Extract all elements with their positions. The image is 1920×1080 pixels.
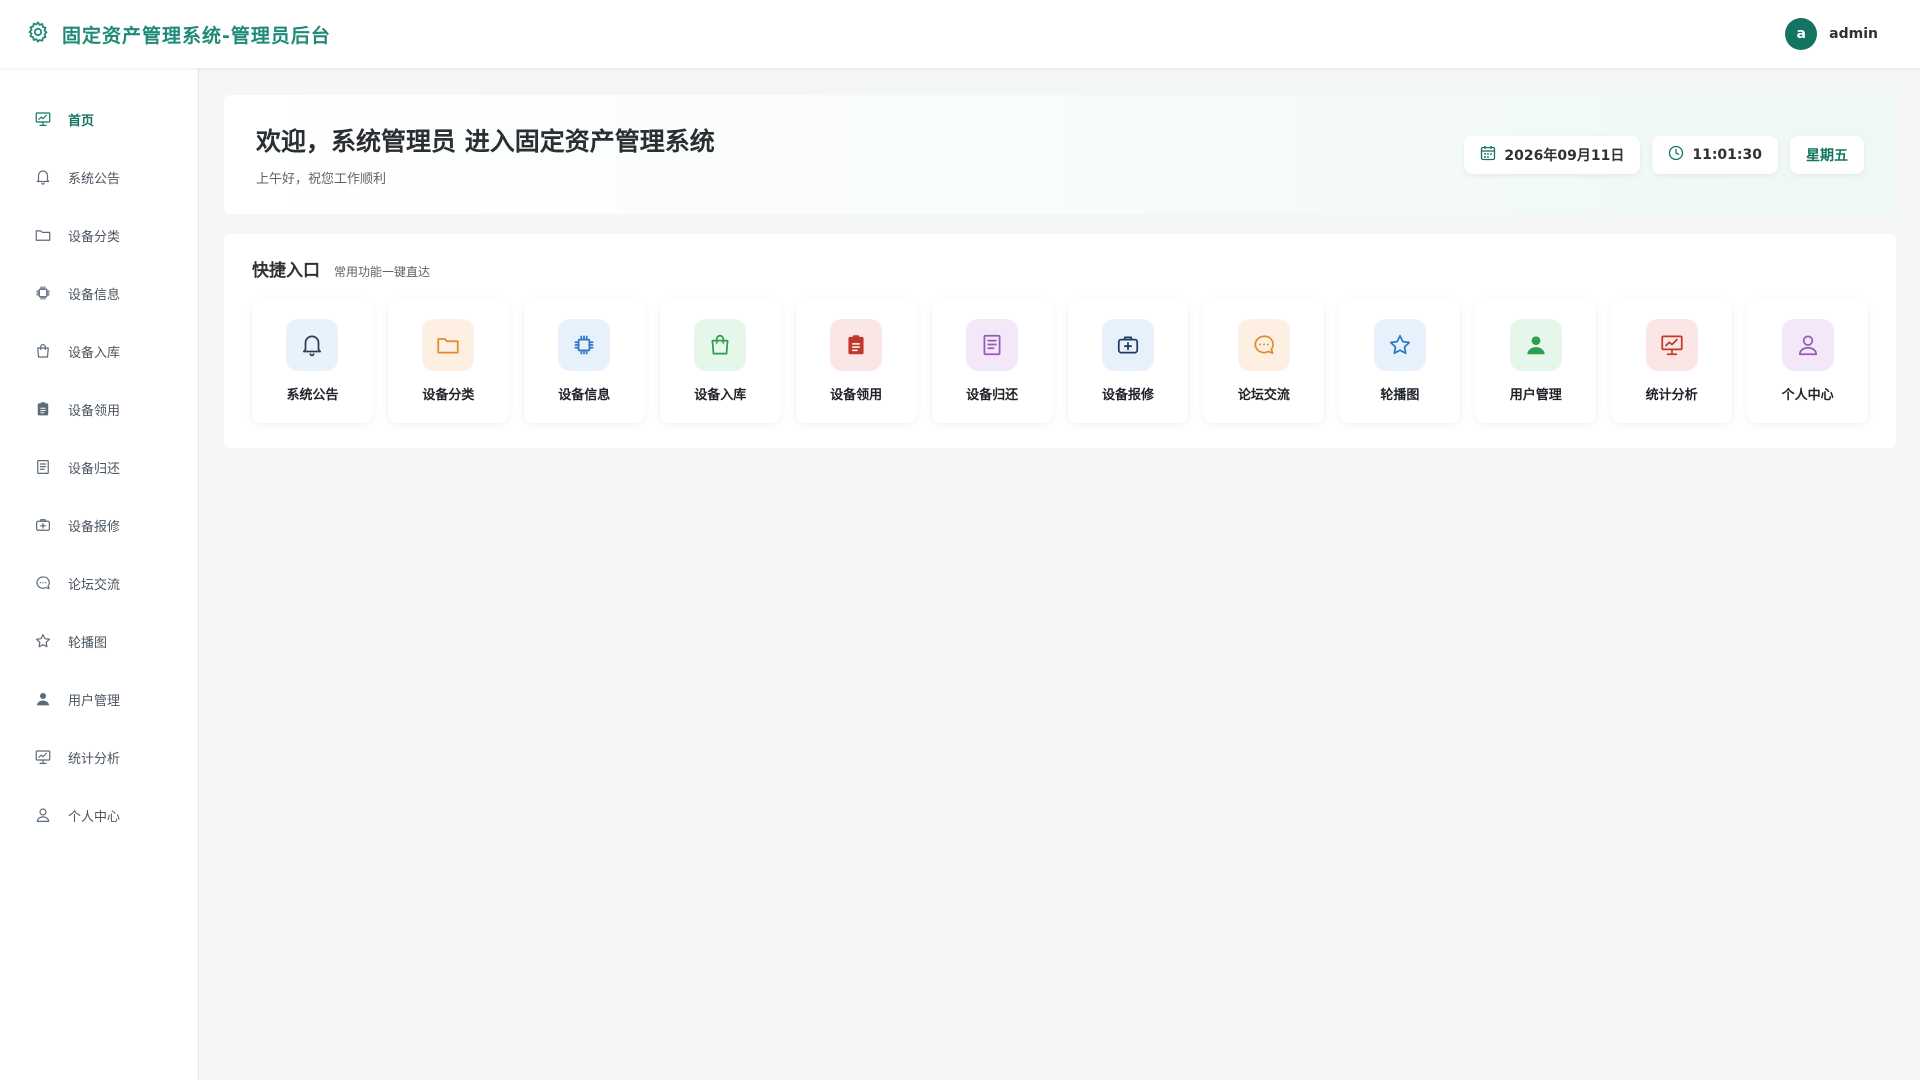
avatar[interactable]: a [1785, 18, 1818, 50]
quick-card-2[interactable]: 设备信息 [523, 299, 645, 423]
quick-card-7[interactable]: 论坛交流 [1203, 299, 1325, 423]
gear-icon [26, 20, 50, 48]
date-text: 2026年09月11日 [1504, 147, 1625, 164]
quick-card-1[interactable]: 设备分类 [387, 299, 509, 423]
sidebar-item-label: 用户管理 [68, 693, 121, 709]
quick-card-label: 统计分析 [1645, 388, 1698, 403]
bell-icon [286, 319, 339, 371]
sidebar: 首页 系统公告 设备分类 设备信息 设备入库 设备领用 设备归还 设备报修 论坛… [0, 68, 199, 1080]
quick-card-label: 轮播图 [1380, 388, 1420, 403]
sidebar-item-4[interactable]: 设备入库 [0, 322, 198, 380]
sidebar-item-label: 设备分类 [68, 229, 121, 245]
time-chip: 11:01:30 [1652, 135, 1778, 174]
quick-access-subtitle: 常用功能一键直达 [334, 265, 431, 279]
quick-card-5[interactable]: 设备归还 [931, 299, 1053, 423]
quick-card-11[interactable]: 个人中心 [1747, 299, 1869, 423]
clipboard-icon [830, 319, 883, 371]
quick-card-label: 设备分类 [422, 388, 475, 403]
user-filled-icon [1509, 319, 1562, 371]
quick-access-title: 快捷入口 [252, 261, 320, 281]
weekday-chip: 星期五 [1790, 135, 1864, 174]
brand[interactable]: 固定资产管理系统-管理员后台 [26, 20, 331, 48]
sidebar-item-10[interactable]: 用户管理 [0, 670, 198, 728]
quick-access-panel: 快捷入口 常用功能一键直达 系统公告 设备分类 设备信息 设备入库 设备领用 设… [224, 234, 1896, 448]
main-content: 欢迎，系统管理员 进入固定资产管理系统 上午好，祝您工作顺利 2026年09月1… [224, 95, 1896, 448]
quick-card-label: 设备领用 [830, 388, 883, 403]
sidebar-item-label: 个人中心 [68, 809, 121, 825]
quick-card-label: 论坛交流 [1237, 388, 1290, 403]
quick-card-10[interactable]: 统计分析 [1611, 299, 1733, 423]
quick-card-label: 个人中心 [1781, 388, 1834, 403]
sidebar-item-9[interactable]: 轮播图 [0, 612, 198, 670]
chart-board-icon [34, 110, 52, 128]
chat-icon [34, 574, 52, 592]
sidebar-item-label: 系统公告 [68, 171, 121, 187]
sidebar-item-label: 设备信息 [68, 287, 121, 303]
sidebar-item-7[interactable]: 设备报修 [0, 496, 198, 554]
bag-icon [34, 342, 52, 360]
sidebar-item-6[interactable]: 设备归还 [0, 438, 198, 496]
sidebar-item-11[interactable]: 统计分析 [0, 728, 198, 786]
welcome-title: 欢迎，系统管理员 进入固定资产管理系统 [256, 127, 715, 156]
user-icon [34, 806, 52, 824]
quick-card-6[interactable]: 设备报修 [1067, 299, 1189, 423]
welcome-banner: 欢迎，系统管理员 进入固定资产管理系统 上午好，祝您工作顺利 2026年09月1… [224, 95, 1896, 214]
calendar-icon [1480, 145, 1496, 165]
sidebar-item-12[interactable]: 个人中心 [0, 786, 198, 844]
medkit-icon [34, 516, 52, 534]
folder-icon [422, 319, 475, 371]
star-icon [34, 632, 52, 650]
sidebar-item-label: 首页 [68, 113, 95, 129]
quick-card-label: 设备归还 [966, 388, 1019, 403]
sidebar-item-label: 统计分析 [68, 751, 121, 767]
sidebar-item-label: 设备入库 [68, 345, 121, 361]
app-title: 固定资产管理系统-管理员后台 [62, 24, 331, 47]
user-icon [1781, 319, 1834, 371]
bell-icon [34, 168, 52, 186]
quick-card-label: 系统公告 [286, 388, 339, 403]
quick-card-label: 用户管理 [1509, 388, 1562, 403]
chat-icon [1237, 319, 1290, 371]
quick-card-0[interactable]: 系统公告 [252, 299, 373, 423]
quick-card-9[interactable]: 用户管理 [1475, 299, 1597, 423]
quick-card-8[interactable]: 轮播图 [1339, 299, 1461, 423]
chart-board-icon [1645, 319, 1698, 371]
chip-icon [558, 319, 611, 371]
chart-board-icon [34, 748, 52, 766]
quick-card-label: 设备信息 [558, 388, 611, 403]
quick-card-label: 设备入库 [694, 388, 747, 403]
top-header: 固定资产管理系统-管理员后台 a admin [0, 0, 1920, 68]
sidebar-item-0[interactable]: 首页 [0, 90, 198, 148]
date-chip: 2026年09月11日 [1464, 135, 1641, 174]
quick-card-label: 设备报修 [1101, 388, 1154, 403]
quick-access-cards: 系统公告 设备分类 设备信息 设备入库 设备领用 设备归还 设备报修 论坛交流 … [252, 299, 1869, 423]
sidebar-item-3[interactable]: 设备信息 [0, 264, 198, 322]
user-menu[interactable]: a admin [1785, 18, 1878, 50]
quick-card-4[interactable]: 设备领用 [795, 299, 917, 423]
weekday-text: 星期五 [1806, 147, 1848, 164]
folder-icon [34, 226, 52, 244]
quick-card-3[interactable]: 设备入库 [659, 299, 781, 423]
sidebar-item-5[interactable]: 设备领用 [0, 380, 198, 438]
user-filled-icon [34, 690, 52, 708]
sidebar-item-label: 轮播图 [68, 635, 108, 651]
sidebar-item-2[interactable]: 设备分类 [0, 206, 198, 264]
chip-icon [34, 284, 52, 302]
medkit-icon [1101, 319, 1154, 371]
bag-icon [694, 319, 747, 371]
clipboard-icon [34, 400, 52, 418]
sidebar-item-1[interactable]: 系统公告 [0, 148, 198, 206]
sidebar-item-label: 设备领用 [68, 403, 121, 419]
username[interactable]: admin [1829, 26, 1878, 42]
time-text: 11:01:30 [1692, 146, 1762, 163]
sidebar-item-label: 设备归还 [68, 461, 121, 477]
sidebar-item-label: 设备报修 [68, 519, 121, 535]
document-icon [966, 319, 1019, 371]
welcome-subtitle: 上午好，祝您工作顺利 [256, 172, 387, 187]
sidebar-item-label: 论坛交流 [68, 577, 121, 593]
star-icon [1373, 319, 1426, 371]
sidebar-item-8[interactable]: 论坛交流 [0, 554, 198, 612]
document-icon [34, 458, 52, 476]
clock-icon [1668, 145, 1684, 165]
